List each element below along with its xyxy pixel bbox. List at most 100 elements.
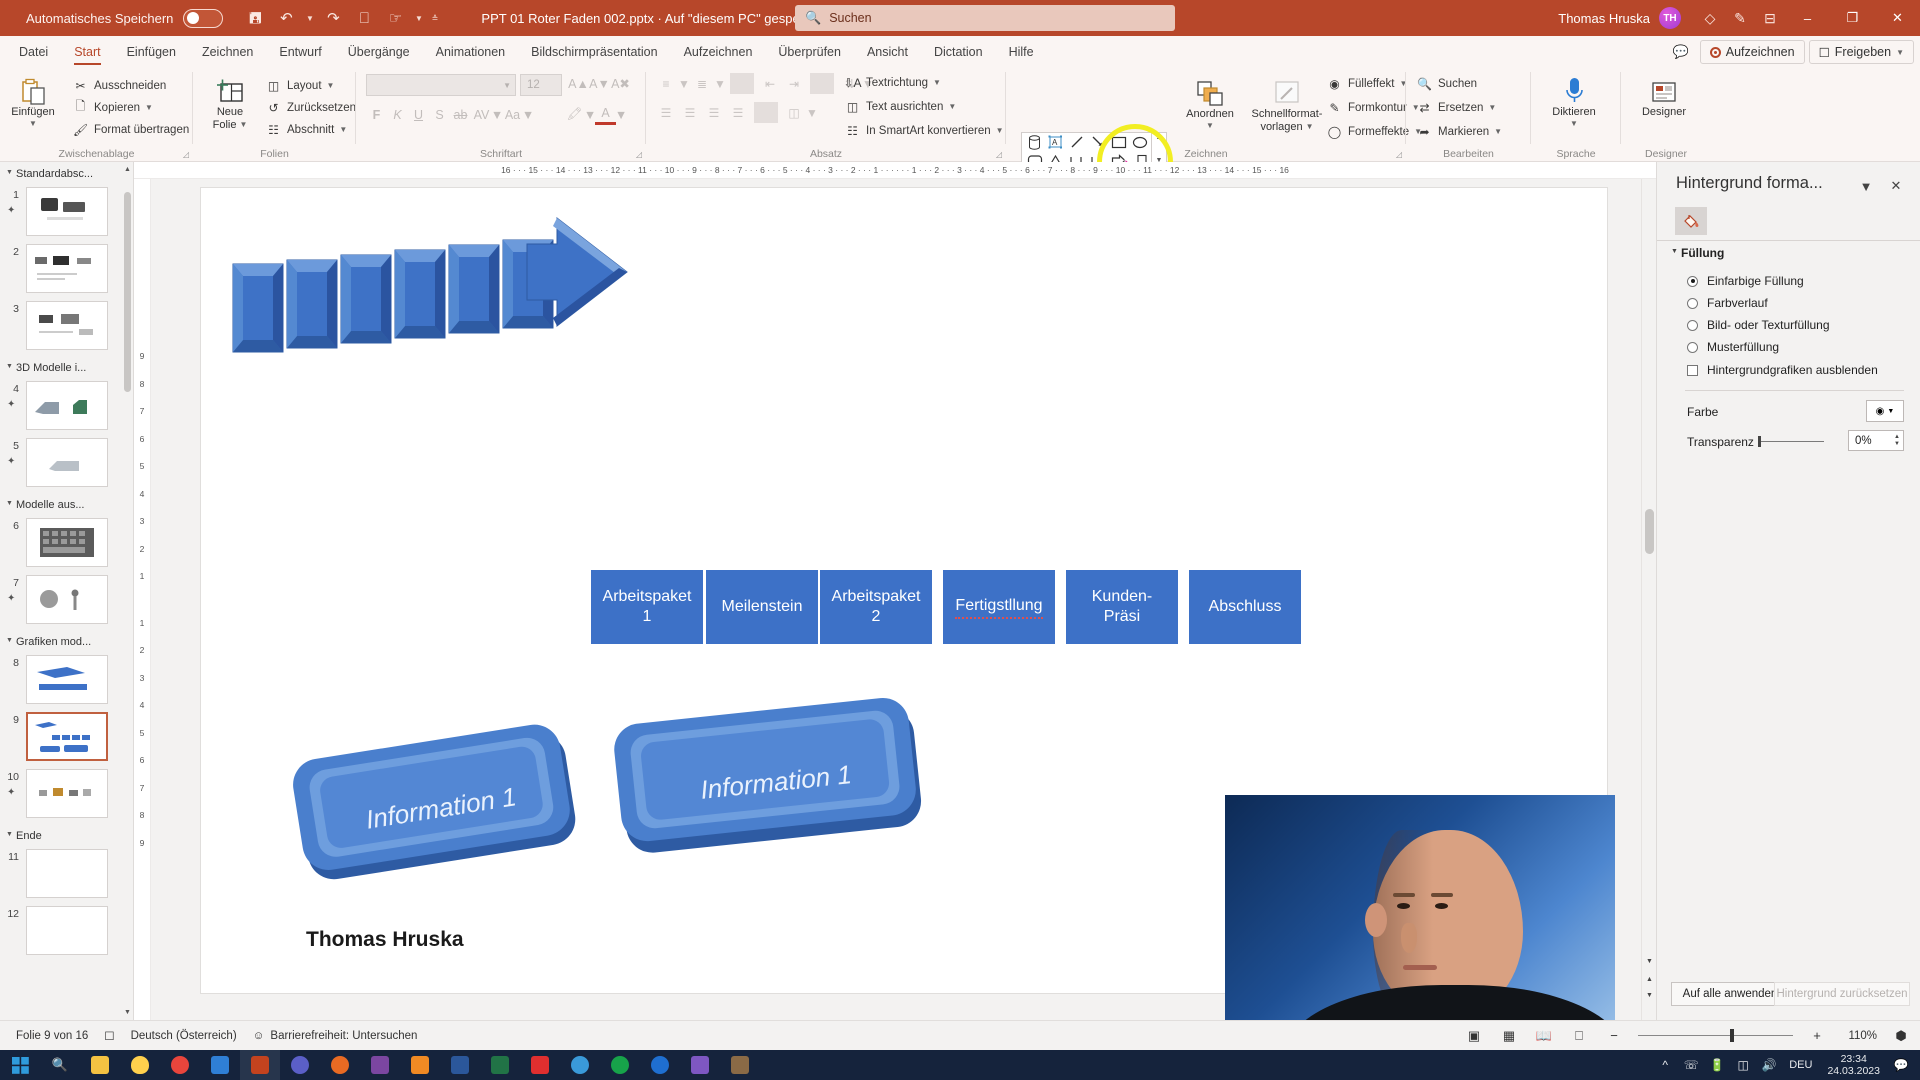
text-box-shape-icon[interactable]: A (1045, 133, 1066, 151)
ribbon-display-options-icon[interactable]: ⊟ (1755, 3, 1785, 33)
dictate-button[interactable]: Diktieren ▼ (1543, 72, 1605, 128)
checkbox-icon[interactable] (1687, 364, 1698, 376)
archive-icon[interactable] (720, 1050, 760, 1080)
section-header-ende[interactable]: ▼ Ende (0, 824, 133, 845)
italic-button[interactable]: K (387, 104, 408, 125)
fill-color-button[interactable]: ◉ ▼ (1866, 400, 1904, 422)
replace-dropdown-icon[interactable]: ▼ (1488, 103, 1496, 112)
onenote-icon[interactable] (360, 1050, 400, 1080)
chevron-down-icon[interactable]: ▼ (6, 169, 13, 176)
close-icon[interactable]: ✕ (1884, 174, 1908, 198)
tab-start[interactable]: Start (61, 38, 113, 66)
slide-sorter-view-icon[interactable]: ▦ (1498, 1026, 1520, 1046)
work-package-box-2[interactable]: Meilenstein (706, 570, 818, 644)
webcam-video-overlay[interactable] (1225, 795, 1615, 1040)
convert-smartart-button[interactable]: ☷ In SmartArt konvertieren ▼ (844, 121, 1003, 140)
transparency-slider-track[interactable] (1759, 441, 1824, 442)
layout-button[interactable]: ◫ Layout ▼ (265, 76, 335, 95)
align-left-button[interactable]: ☰ (654, 102, 678, 123)
number-dropdown-icon[interactable]: ▼ (714, 73, 726, 94)
new-slide-dropdown-icon[interactable]: ▼ (239, 120, 247, 129)
thumbnail-row[interactable]: 1 ✦ (0, 185, 133, 240)
bullet-dropdown-icon[interactable]: ▼ (678, 73, 690, 94)
font-color-icon[interactable]: A (595, 104, 616, 125)
language-indicator[interactable]: DEU (1789, 1059, 1812, 1071)
tab-bildschirmpraesentation[interactable]: Bildschirmpräsentation (518, 38, 670, 66)
chevron-down-icon[interactable]: ▼ (6, 500, 13, 507)
present-icon[interactable]: ⎕ (350, 5, 378, 31)
slide-thumbnail-1[interactable] (26, 187, 108, 236)
section-header-graphics[interactable]: ▼ Grafiken mod... (0, 630, 133, 651)
chevron-down-icon[interactable]: ▼ (6, 831, 13, 838)
increase-indent-button[interactable]: ⇥ (782, 73, 806, 94)
volume-icon[interactable]: 🔊 (1756, 1050, 1782, 1080)
arrange-button[interactable]: Anordnen ▼ (1174, 74, 1246, 130)
tab-ueberpruefen[interactable]: Überprüfen (765, 38, 854, 66)
work-package-box-5[interactable]: Kunden- Präsi (1066, 570, 1178, 644)
restore-button[interactable]: ❐ (1830, 0, 1875, 36)
text-highlight-icon[interactable]: 🖍 (564, 104, 585, 125)
tab-aufzeichnen[interactable]: Aufzeichnen (671, 38, 766, 66)
author-text[interactable]: Thomas Hruska (306, 928, 464, 952)
format-painter-button[interactable]: 🖌 Format übertragen (72, 120, 189, 139)
section-dropdown-icon[interactable]: ▼ (339, 125, 347, 134)
font-size-select[interactable]: 12 (520, 74, 562, 96)
share-dropdown-icon[interactable]: ▼ (1896, 48, 1904, 57)
notification-icon[interactable]: 💬 (1888, 1050, 1914, 1080)
layout-dropdown-icon[interactable]: ▼ (327, 81, 335, 90)
zoom-out-button[interactable]: − (1603, 1026, 1625, 1046)
chevron-down-icon[interactable]: ▼ (6, 363, 13, 370)
font-name-select[interactable]: ▼ (366, 74, 516, 96)
shield-icon[interactable] (120, 1050, 160, 1080)
option-gradient-fill[interactable]: Farbverlauf (1687, 296, 1768, 310)
copy-button[interactable]: 🗋 Kopieren ▼ (72, 98, 153, 117)
shape-fill-button[interactable]: ◉ Fülleffekt ▼ (1326, 74, 1407, 93)
reset-button[interactable]: ↺ Zurücksetzen (265, 98, 356, 117)
align-text-button[interactable]: ◫ Text ausrichten ▼ (844, 97, 956, 116)
teams-icon[interactable] (280, 1050, 320, 1080)
text-direction-dropdown-icon[interactable]: ▼ (933, 78, 941, 87)
slideshow-view-icon[interactable]: ⎕ (1568, 1026, 1590, 1046)
search-icon[interactable]: 🔍 (40, 1050, 80, 1080)
comment-icon[interactable]: 💬 (1666, 40, 1696, 64)
reading-view-icon[interactable]: 📖 (1533, 1026, 1555, 1046)
work-package-box-4[interactable]: Fertigstllung (943, 570, 1055, 644)
tab-ansicht[interactable]: Ansicht (854, 38, 921, 66)
slide-thumbnail-4[interactable] (26, 381, 108, 430)
previous-slide-icon[interactable]: ▲ (1644, 973, 1655, 986)
designer-button[interactable]: Designer (1633, 72, 1695, 119)
vlc-icon[interactable] (400, 1050, 440, 1080)
thumbnail-row[interactable]: 8 (0, 653, 133, 708)
font-name-dropdown-icon[interactable]: ▼ (503, 81, 511, 90)
store-icon[interactable] (200, 1050, 240, 1080)
slide-thumbnail-7[interactable] (26, 575, 108, 624)
zoom-in-button[interactable]: + (1806, 1026, 1828, 1046)
columns-button[interactable]: ◫ (782, 102, 806, 123)
change-case-button[interactable]: Aa (502, 104, 523, 125)
thumbnail-row[interactable]: 5 ✦ (0, 436, 133, 491)
thumbnail-row[interactable]: 12 (0, 904, 133, 959)
tab-uebergaenge[interactable]: Übergänge (335, 38, 423, 66)
transparency-spinbox[interactable]: 0% ▲ ▼ (1848, 430, 1904, 451)
drawing-dialog-launcher[interactable]: ◿ (1396, 150, 1402, 159)
line-shape-icon[interactable] (1066, 133, 1087, 151)
zoom-level-label[interactable]: 110% (1841, 1030, 1877, 1042)
spinner-arrows-icon[interactable]: ▲ ▼ (1894, 434, 1900, 447)
next-slide-icon[interactable]: ▼ (1644, 989, 1655, 1002)
close-button[interactable]: ✕ (1875, 0, 1920, 36)
text-direction-button[interactable]: ⇩A Textrichtung ▼ (843, 73, 941, 92)
radio-icon[interactable] (1687, 319, 1698, 331)
windows-start-icon[interactable] (0, 1050, 40, 1080)
slide-thumbnail-panel[interactable]: ▼ Standardabsc... 1 ✦ 2 3 ▼ 3D Modelle i… (0, 162, 134, 1020)
record-button[interactable]: Aufzeichnen (1699, 40, 1805, 64)
slide-thumbnail-2[interactable] (26, 244, 108, 293)
tab-hilfe[interactable]: Hilfe (996, 38, 1047, 66)
clock[interactable]: 23:34 24.03.2023 (1827, 1053, 1880, 1077)
radio-icon[interactable] (1687, 275, 1698, 287)
underline-button[interactable]: U (408, 104, 429, 125)
search-input[interactable]: 🔍 Suchen (795, 5, 1175, 31)
blue-app-icon[interactable] (640, 1050, 680, 1080)
slide-thumbnail-3[interactable] (26, 301, 108, 350)
hide-background-graphics-checkbox[interactable]: Hintergrundgrafiken ausblenden (1687, 363, 1878, 377)
slide-thumbnail-6[interactable] (26, 518, 108, 567)
